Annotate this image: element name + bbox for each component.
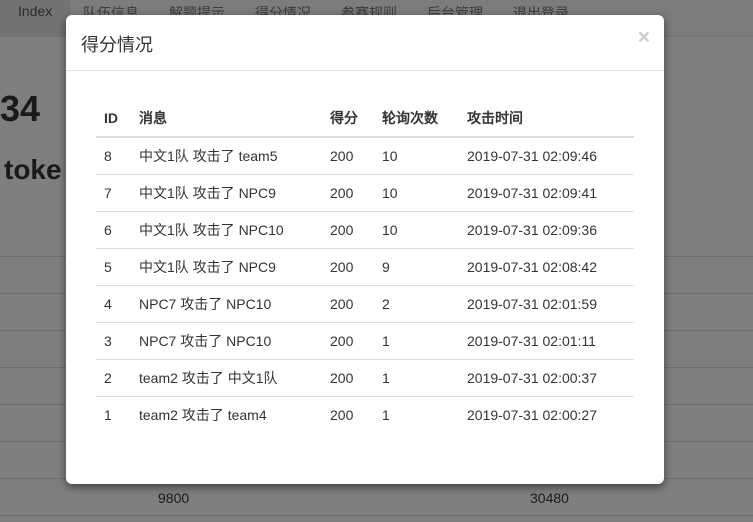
cell-score: 200 (322, 174, 374, 212)
cell-attack-time: 2019-07-31 02:00:37 (459, 359, 634, 397)
cell-message: NPC7 攻击了 NPC10 (131, 285, 322, 323)
cell-id: 7 (96, 174, 131, 212)
cell-message: 中文1队 攻击了 NPC9 (131, 248, 322, 286)
cell-message: 中文1队 攻击了 NPC10 (131, 211, 322, 249)
cell-attack-time: 2019-07-31 02:09:41 (459, 174, 634, 212)
table-row: 6 中文1队 攻击了 NPC10 200 10 2019-07-31 02:09… (96, 211, 634, 249)
table-row: 1 team2 攻击了 team4 200 1 2019-07-31 02:00… (96, 396, 634, 433)
cell-rounds: 10 (382, 148, 398, 164)
cell-score: 200 (322, 285, 374, 323)
cell-attack-time: 2019-07-31 02:09:46 (467, 148, 597, 164)
cell-id: 4 (96, 285, 131, 323)
cell-message: NPC7 攻击了 NPC10 (131, 322, 322, 360)
column-header-message: 消息 (131, 100, 322, 138)
cell-rounds: 2 (374, 285, 459, 323)
table-row: 5 中文1队 攻击了 NPC9 200 9 2019-07-31 02:08:4… (96, 248, 634, 286)
cell-id: 1 (96, 396, 131, 433)
cell-attack-time: 2019-07-31 02:08:42 (459, 248, 634, 286)
cell-attack-time: 2019-07-31 02:09:36 (459, 211, 634, 249)
table-row: 7 中文1队 攻击了 NPC9 200 10 2019-07-31 02:09:… (96, 174, 634, 212)
cell-rounds: 9 (374, 248, 459, 286)
column-header-score: 得分 (322, 100, 374, 138)
cell-score: 200 (322, 322, 374, 360)
cell-rounds: 1 (374, 359, 459, 397)
cell-score: 200 (322, 211, 374, 249)
cell-attack-time: 2019-07-31 02:01:59 (459, 285, 634, 323)
cell-rounds: 1 (374, 322, 459, 360)
column-header-attack-time: 攻击时间 (459, 100, 634, 138)
cell-id: 6 (96, 211, 131, 249)
cell-rounds: 1 (374, 396, 459, 433)
cell-score: 200 (322, 248, 374, 286)
score-modal: 得分情况 × ID 消息 得分 轮询次数 攻击时间 8 中文1队 攻击了 tea… (66, 15, 664, 484)
cell-id: 3 (96, 322, 131, 360)
cell-attack-time: 2019-07-31 02:00:27 (459, 396, 634, 433)
cell-message: team2 攻击了 中文1队 (131, 359, 322, 397)
cell-rounds: 10 (374, 211, 459, 249)
cell-message: team2 攻击了 team4 (131, 396, 322, 433)
close-button[interactable]: × (638, 27, 650, 48)
column-header-rounds: 轮询次数 (374, 100, 459, 138)
cell-attack-time: 2019-07-31 02:01:11 (459, 322, 634, 360)
table-body: 8 中文1队 攻击了 team5 200 10 2019-07-31 02:09… (96, 137, 634, 433)
modal-header: 得分情况 × (66, 15, 664, 71)
cell-rounds: 10 (374, 174, 459, 212)
table-header-row: ID 消息 得分 轮询次数 攻击时间 (96, 100, 634, 138)
cell-id: 5 (96, 248, 131, 286)
cell-message: 中文1队 攻击了 NPC9 (131, 174, 322, 212)
table-row: 8 中文1队 攻击了 team5 200 10 2019-07-31 02:09… (96, 137, 634, 175)
score-table: ID 消息 得分 轮询次数 攻击时间 8 中文1队 攻击了 team5 200 … (96, 100, 634, 433)
table-row: 4 NPC7 攻击了 NPC10 200 2 2019-07-31 02:01:… (96, 285, 634, 323)
cell-score: 200 (330, 148, 354, 164)
cell-score: 200 (322, 396, 374, 433)
cell-id: 8 (104, 148, 112, 164)
cell-message: 中文1队 攻击了 team5 (139, 148, 278, 164)
cell-id: 2 (96, 359, 131, 397)
column-header-id: ID (96, 100, 131, 138)
table-row: 3 NPC7 攻击了 NPC10 200 1 2019-07-31 02:01:… (96, 322, 634, 360)
table-row: 2 team2 攻击了 中文1队 200 1 2019-07-31 02:00:… (96, 359, 634, 397)
cell-score: 200 (322, 359, 374, 397)
modal-title: 得分情况 (81, 35, 153, 55)
